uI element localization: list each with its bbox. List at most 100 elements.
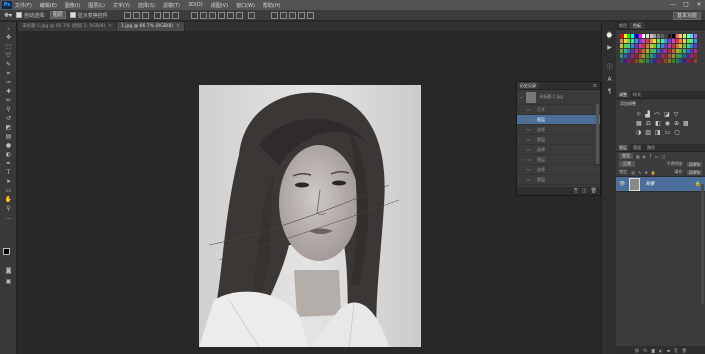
quick-select-tool-icon[interactable]: ✎ [4,61,13,69]
move-tool-icon[interactable]: ✥▾ [4,12,12,19]
align-left-icon[interactable] [153,11,161,19]
tab-paths[interactable]: 路径 [644,144,658,151]
tab-adjustments[interactable]: 调整 [616,91,630,98]
color-swatch[interactable] [653,34,657,38]
color-swatch[interactable] [657,39,660,43]
gradient-tool-icon[interactable]: ▤ [4,133,13,141]
filter-type-icon[interactable]: T [649,154,651,159]
invert-icon[interactable]: ◑ [636,129,641,136]
color-swatch[interactable] [623,39,627,43]
shape-tool-icon[interactable]: ▭ [4,187,13,195]
color-swatch[interactable] [623,34,627,38]
color-swatch[interactable] [690,54,694,58]
fill-input[interactable]: 100% [686,169,702,175]
photo-filter-icon[interactable]: ◉ [665,120,670,127]
color-swatch[interactable] [645,59,649,63]
color-swatch[interactable] [682,34,686,38]
color-swatch[interactable] [645,44,649,48]
blur-tool-icon[interactable]: ● [4,142,13,150]
color-swatch[interactable] [660,54,664,58]
3d-pan-icon[interactable] [288,11,296,19]
color-swatch[interactable] [649,54,653,58]
color-swatch[interactable] [682,54,686,58]
color-swatch[interactable] [682,59,686,63]
history-state-row[interactable]: ▭ 选择 [517,165,600,175]
levels-icon[interactable]: ▟ [645,111,650,120]
selective-color-icon[interactable]: ▢ [674,129,680,136]
color-swatch[interactable] [645,39,649,43]
align-top-icon[interactable] [123,11,131,19]
layer-row-background[interactable]: 👁 背景 🔒 [616,177,705,192]
color-swatch[interactable] [623,44,627,48]
history-state-row[interactable]: ▭ 选择 [517,125,600,135]
close-button[interactable]: ✕ [695,1,703,8]
history-state-row[interactable]: ▭ 图层 [517,155,600,165]
link-layers-icon[interactable]: ⛓ [634,348,639,353]
color-swatch[interactable] [631,54,635,58]
3d-roll-icon[interactable] [279,11,287,19]
history-brush-tool-icon[interactable]: ↺ [4,115,13,123]
color-swatch[interactable] [642,49,646,53]
healing-brush-tool-icon[interactable]: ✚ [4,88,13,96]
color-balance-icon[interactable]: ⚖ [646,120,651,127]
color-swatch[interactable] [653,54,657,58]
quick-mask-icon[interactable]: ◙ [4,267,13,275]
color-swatch[interactable] [668,34,672,38]
posterize-icon[interactable]: ▥ [645,129,651,136]
menu-type[interactable]: 文字(Y) [113,2,130,9]
color-swatch[interactable] [627,34,631,38]
color-swatch[interactable] [653,49,657,53]
lock-all-icon[interactable]: 🔒 [651,170,656,175]
show-transform-checkbox[interactable] [69,12,76,18]
color-swatch[interactable] [634,39,638,43]
color-swatch[interactable] [664,39,668,43]
color-swatch[interactable] [668,49,672,53]
color-swatch[interactable] [675,49,679,53]
history-panel-title[interactable]: 历史记录 [517,82,539,89]
color-swatch[interactable] [649,34,653,38]
path-select-tool-icon[interactable]: ➤ [4,178,13,186]
color-swatch[interactable] [623,59,627,63]
properties-panel-icon[interactable]: ⓘ [605,64,614,72]
dodge-tool-icon[interactable]: ◐ [4,151,13,159]
black-white-icon[interactable]: ◧ [655,120,661,127]
tab-document-2[interactable]: 1.jpg @ 66.7% (RGB/8) ✕ [117,22,185,31]
color-swatch[interactable] [686,59,690,63]
fx-icon[interactable]: fx [643,348,647,353]
lock-paint-icon[interactable]: ✎ [638,170,641,175]
menu-select[interactable]: 选择(S) [138,2,155,9]
color-swatch[interactable] [686,34,690,38]
menu-3d[interactable]: 3D(D) [188,2,203,8]
color-swatch[interactable] [653,44,657,48]
color-swatch[interactable] [653,59,657,63]
distribute-right-icon[interactable] [235,11,243,19]
panel-menu-icon[interactable]: ≡ [593,83,597,89]
color-swatch[interactable] [634,44,638,48]
color-swatch[interactable] [623,54,627,58]
history-panel-icon[interactable]: ⌚ [605,32,614,40]
color-swatch[interactable] [679,54,683,58]
menu-layer[interactable]: 图层(L) [88,2,105,9]
color-swatch[interactable] [649,39,653,43]
color-swatch[interactable] [694,39,697,43]
blend-mode-dropdown[interactable]: 正常 [619,161,635,167]
menu-filter[interactable]: 滤镜(T) [163,2,180,9]
color-swatch[interactable] [690,34,694,38]
color-swatch[interactable] [679,39,683,43]
align-right-icon[interactable] [171,11,179,19]
channel-mixer-icon[interactable]: ⊕ [674,120,679,127]
actions-panel-icon[interactable]: ▶ [605,44,614,52]
color-swatch[interactable] [686,44,690,48]
history-state-row[interactable]: ▭ 图层 [517,175,600,185]
color-swatch[interactable] [638,59,642,63]
color-swatch[interactable] [690,49,694,53]
color-swatch[interactable] [620,34,623,38]
color-swatch[interactable] [660,59,664,63]
auto-select-dropdown[interactable]: 图层 [49,11,66,19]
align-bottom-icon[interactable] [141,11,149,19]
menu-file[interactable]: 文件(F) [15,2,32,9]
lock-move-icon[interactable]: ✥ [645,170,648,175]
color-swatch[interactable] [649,49,653,53]
color-swatch[interactable] [642,54,646,58]
distribute-top-icon[interactable] [190,11,198,19]
